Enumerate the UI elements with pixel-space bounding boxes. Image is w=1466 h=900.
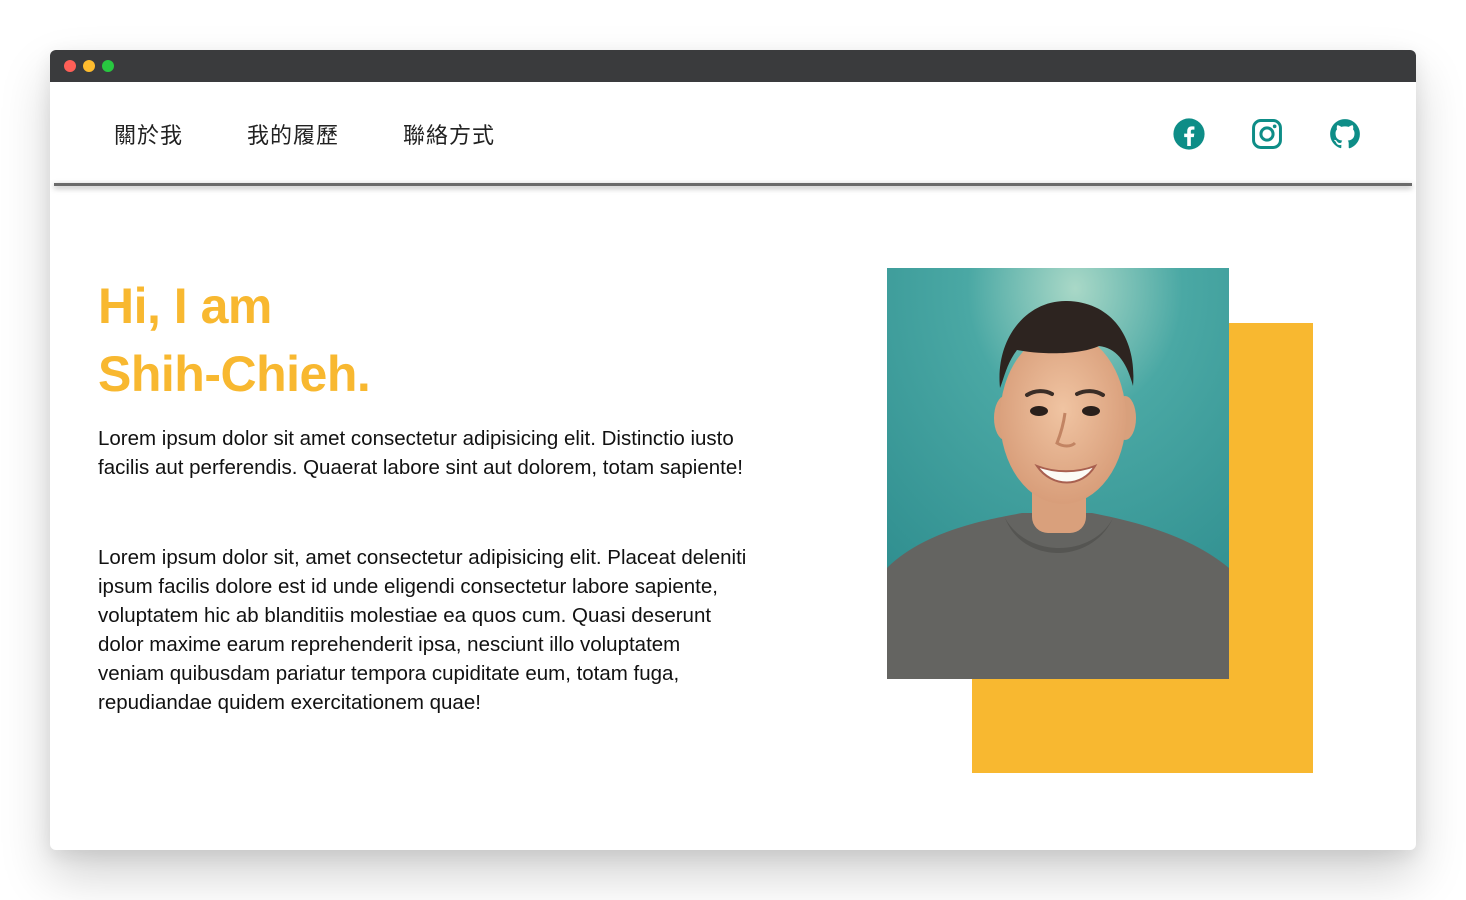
hero-title-name: Shih-Chieh. xyxy=(98,346,371,402)
nav-link-about[interactable]: 關於我 xyxy=(114,118,183,150)
browser-window: 關於我 我的履歷 聯絡方式 Hi, I am Shih-Chieh. Lorem… xyxy=(50,50,1416,850)
hero-title-line1: Hi, I am xyxy=(98,278,272,334)
social-icons xyxy=(1172,117,1362,151)
hero-section: Hi, I am Shih-Chieh. Lorem ipsum dolor s… xyxy=(50,186,1416,850)
close-window-button[interactable] xyxy=(64,60,76,72)
minimize-window-button[interactable] xyxy=(83,60,95,72)
nav-link-contact[interactable]: 聯絡方式 xyxy=(403,118,495,150)
instagram-icon[interactable] xyxy=(1250,117,1284,151)
nav-links: 關於我 我的履歷 聯絡方式 xyxy=(114,118,559,150)
maximize-window-button[interactable] xyxy=(102,60,114,72)
window-titlebar xyxy=(50,50,1416,82)
github-icon[interactable] xyxy=(1328,117,1362,151)
intro-paragraph-2: Lorem ipsum dolor sit, amet consectetur … xyxy=(98,546,747,714)
intro-paragraph-1: Lorem ipsum dolor sit amet consectetur a… xyxy=(98,427,743,479)
profile-photo xyxy=(887,268,1229,679)
hero-title: Hi, I am Shih-Chieh. xyxy=(98,272,371,408)
facebook-icon[interactable] xyxy=(1172,117,1206,151)
top-navbar: 關於我 我的履歷 聯絡方式 xyxy=(50,82,1416,186)
nav-link-resume[interactable]: 我的履歷 xyxy=(247,118,339,150)
